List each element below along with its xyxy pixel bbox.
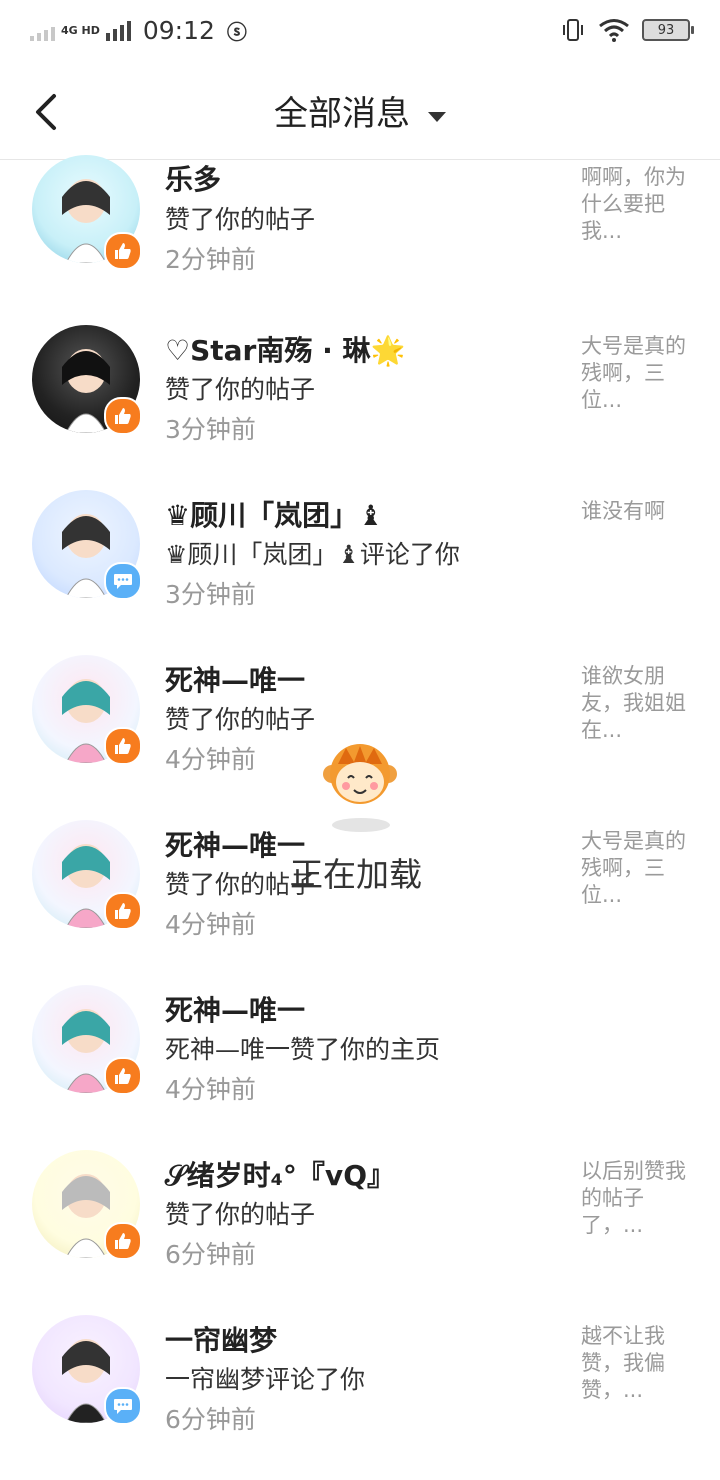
loading-shadow bbox=[332, 818, 390, 832]
message-preview: 大号是真的残啊，三位... bbox=[581, 334, 686, 412]
message-preview: 谁没有啊 bbox=[581, 499, 665, 523]
sender-name[interactable]: ♛顾川「岚团」♝ bbox=[165, 494, 383, 534]
like-badge-icon bbox=[104, 727, 142, 765]
message-preview: 以后别赞我的帖子了，... bbox=[581, 1159, 686, 1237]
sender-name[interactable]: 一帘幽梦 bbox=[165, 1319, 277, 1359]
comment-badge-icon bbox=[104, 1387, 142, 1425]
caret-down-icon bbox=[428, 111, 446, 122]
message-preview: 啊啊，你为什么要把我... bbox=[581, 165, 686, 243]
like-badge-icon bbox=[104, 1057, 142, 1095]
sender-name[interactable]: 死神—唯一 bbox=[165, 989, 305, 1029]
signal-strength-icon bbox=[30, 21, 55, 41]
page-title: 全部消息 bbox=[274, 94, 410, 134]
like-badge-icon bbox=[104, 1222, 142, 1260]
status-bar: 4G HD 09:12 ⓢ 93 bbox=[0, 0, 720, 64]
message-time: 2分钟前 bbox=[165, 245, 256, 274]
sender-name[interactable]: 乐多 bbox=[165, 158, 221, 198]
message-action: 赞了你的帖子 bbox=[165, 705, 316, 734]
message-row[interactable]: ♛顾川「岚团」♝ ♛顾川「岚团」♝评论了你 3分钟前 谁没有啊 bbox=[0, 490, 720, 655]
message-preview: 大号是真的残啊，三位... bbox=[581, 829, 686, 907]
signal-strength-icon-2 bbox=[105, 20, 131, 41]
message-row[interactable]: 死神—唯一死神—唯一赞了你的主页 4分钟前 bbox=[0, 985, 720, 1150]
message-preview: 谁欲女朋友，我姐姐在... bbox=[581, 664, 686, 742]
loading-indicator: 正在加载 bbox=[290, 738, 460, 898]
message-action: ♛顾川「岚团」♝评论了你 bbox=[165, 540, 460, 569]
message-time: 4分钟前 bbox=[165, 745, 256, 774]
battery-icon: 93 bbox=[642, 19, 694, 41]
message-row[interactable]: 𝒮绪岁时₄°『vQ』赞了你的帖子 6分钟前 以后别赞我的帖子了，... bbox=[0, 1150, 720, 1315]
message-time: 3分钟前 bbox=[165, 580, 256, 609]
message-action: 赞了你的帖子 bbox=[165, 205, 316, 234]
message-row[interactable]: 一帘幽梦一帘幽梦评论了你 6分钟前 越不让我赞，我偏赞，... bbox=[0, 1315, 720, 1480]
notification-icon: ⓢ bbox=[226, 20, 247, 44]
message-preview: 越不让我赞，我偏赞，... bbox=[581, 1324, 665, 1402]
message-row[interactable]: ♡Star南殇 · 琳🌟 赞了你的帖子 3分钟前 大号是真的残啊，三位... bbox=[0, 325, 720, 490]
message-action: 赞了你的帖子 bbox=[165, 1200, 316, 1229]
wifi-icon bbox=[599, 19, 629, 42]
like-badge-icon bbox=[104, 892, 142, 930]
message-time: 6分钟前 bbox=[165, 1240, 256, 1269]
vibrate-icon bbox=[563, 19, 583, 41]
message-time: 4分钟前 bbox=[165, 910, 256, 939]
monkey-mascot-icon bbox=[323, 744, 397, 804]
title-dropdown[interactable]: 全部消息 bbox=[0, 86, 720, 135]
message-action: 一帘幽梦评论了你 bbox=[165, 1365, 366, 1394]
message-action: 赞了你的帖子 bbox=[165, 375, 316, 404]
sender-name[interactable]: 死神—唯一 bbox=[165, 659, 305, 699]
like-badge-icon bbox=[104, 232, 142, 270]
message-time: 6分钟前 bbox=[165, 1405, 256, 1434]
status-time: 09:12 bbox=[142, 16, 215, 45]
message-time: 3分钟前 bbox=[165, 415, 256, 444]
sender-name[interactable]: 𝒮绪岁时₄°『vQ』 bbox=[165, 1154, 395, 1194]
battery-level: 93 bbox=[657, 22, 675, 38]
message-action: 死神—唯一赞了你的主页 bbox=[165, 1035, 441, 1064]
message-time: 4分钟前 bbox=[165, 1075, 256, 1104]
like-badge-icon bbox=[104, 397, 142, 435]
message-row[interactable]: 乐多赞了你的帖子 2分钟前 啊啊，你为什么要把我... bbox=[0, 155, 720, 325]
sender-name[interactable]: 死神—唯一 bbox=[165, 824, 305, 864]
network-type: 4G HD bbox=[61, 24, 100, 37]
loading-text: 正在加载 bbox=[290, 855, 422, 894]
comment-badge-icon bbox=[104, 562, 142, 600]
top-bar: 全部消息 bbox=[0, 64, 720, 160]
sender-name[interactable]: ♡Star南殇 · 琳🌟 bbox=[165, 329, 405, 369]
